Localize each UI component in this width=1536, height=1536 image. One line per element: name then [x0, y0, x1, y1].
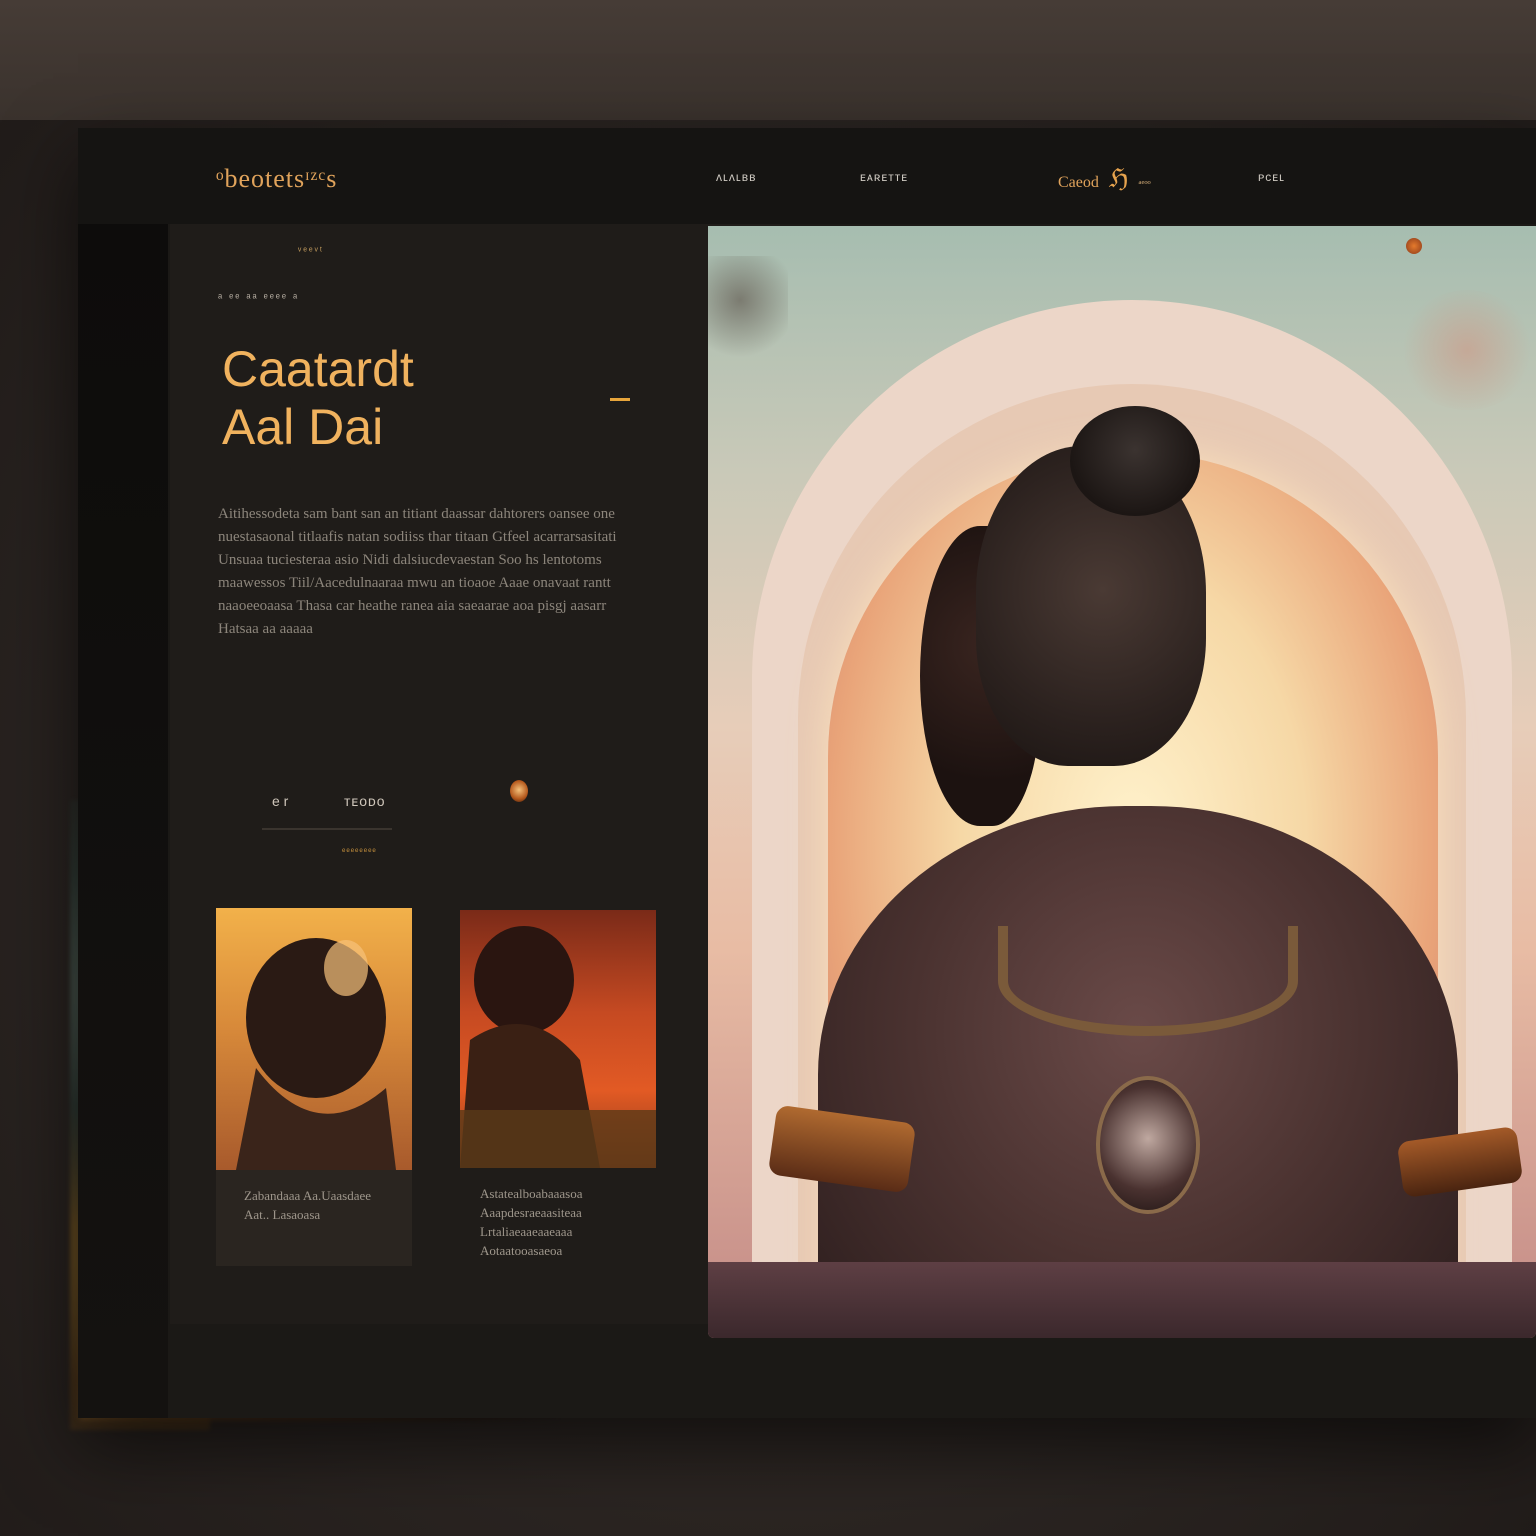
cta-link[interactable]: ᵉᵉᵉᵉᵉᵉᵉᵉ: [342, 846, 377, 856]
card-image-1: [216, 908, 412, 1170]
meta-value[interactable]: ᴛᴇᴏᴅᴏ: [344, 793, 386, 809]
nav-link-1[interactable]: ʌʟʌʟʙʙ: [716, 170, 756, 184]
feature-card-1[interactable]: Zabandaaa Aa.Uaasdaee Aat.. Lasaoasa: [216, 908, 412, 1266]
stone-ledge: [708, 1262, 1536, 1338]
website-mockup: ᵒbeotetsᶦᶻᶜs ʌʟʌʟʙʙ ᴇᴀʀᴇᴛᴛᴇ Caeod ℌ ᵃᵉᵒᵒ…: [78, 128, 1536, 1418]
card-caption-2: Astatealboabaaasoa Aaapdesraeaasiteaa Lr…: [480, 1186, 583, 1258]
figure-necklace: [998, 926, 1298, 1036]
card-image-2: [460, 910, 656, 1168]
cloud-decoration: [1398, 290, 1536, 410]
center-logo[interactable]: Caeod ℌ ᵃᵉᵒᵒ: [1058, 164, 1151, 194]
center-logo-left-text: Caeod: [1058, 174, 1099, 191]
orb-icon: [1406, 238, 1422, 254]
figure-torso: [818, 806, 1458, 1338]
hero-title-line-2: Aal Dai: [222, 399, 384, 455]
play-orb-icon[interactable]: [510, 780, 528, 802]
figure-crown: [1070, 406, 1200, 516]
hero-body-text: Aitihessodeta sam bant san an titiant da…: [218, 506, 617, 637]
eyebrow-text: ᵃ ᵉᵉ ᵃᵃ ᵉᵉᵉᵉ ᵃ: [218, 292, 300, 304]
left-sidebar-rail: [78, 224, 168, 1418]
nav-link-2[interactable]: ᴇᴀʀᴇᴛᴛᴇ: [860, 170, 908, 184]
hero-title-line-1: Caatardt: [222, 341, 414, 397]
center-logo-glyph: ℌ: [1108, 164, 1129, 193]
brand-logo[interactable]: ᵒbeotetsᶦᶻᶜs: [216, 164, 337, 194]
hero-title: Caatardt Aal Dai: [222, 340, 414, 456]
meta-label: e r: [272, 793, 289, 809]
meta-divider: [262, 828, 392, 830]
top-navigation-bar: ᵒbeotetsᶦᶻᶜs ʌʟʌʟʙʙ ᴇᴀʀᴇᴛᴛᴇ Caeod ℌ ᵃᵉᵒᵒ…: [78, 128, 1536, 224]
figure-pendant: [1096, 1076, 1200, 1214]
masked-figure-image: [236, 938, 396, 1170]
nav-link-3[interactable]: ᴘᴄᴇʟ: [1258, 170, 1285, 184]
warrior-portrait-image: [460, 926, 656, 1168]
decorative-tag: ᵛᵉᵉᵛᵗ: [298, 246, 325, 257]
wall-backdrop: [0, 0, 1536, 120]
accent-dash: [610, 398, 630, 401]
tree-decoration: [708, 256, 788, 366]
hero-illustration: [708, 226, 1536, 1338]
center-logo-right-text: ᵃᵉᵒᵒ: [1138, 178, 1151, 190]
feature-card-2[interactable]: Astatealboabaaasoa Aaapdesraeaasiteaa Lr…: [460, 910, 656, 1270]
card-caption-1: Zabandaaa Aa.Uaasdaee Aat.. Lasaoasa: [244, 1188, 372, 1222]
